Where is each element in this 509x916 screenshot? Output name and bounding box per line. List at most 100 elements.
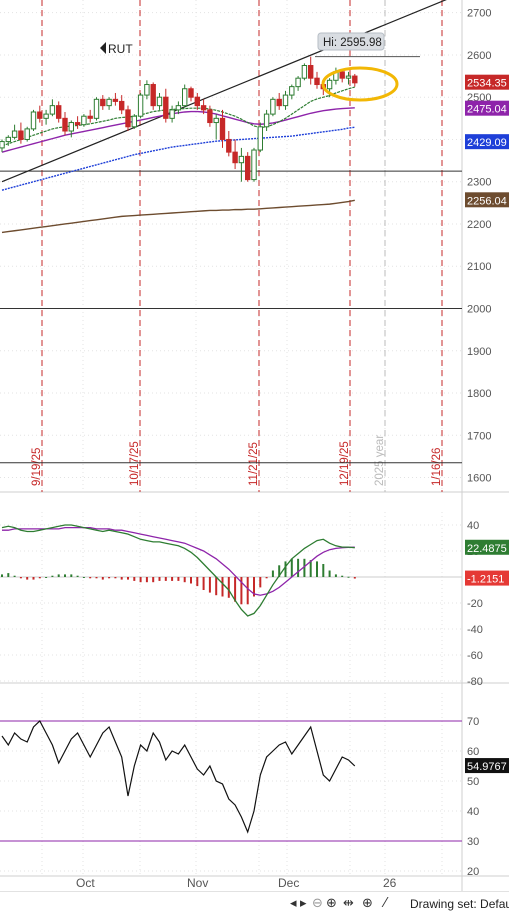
candle-body <box>169 109 175 119</box>
y-tick-label: 1800 <box>467 388 491 400</box>
x-tick-label-26: 26 <box>383 876 397 890</box>
y-tick-label: 60 <box>467 746 479 758</box>
macd-histogram-bar <box>45 577 48 578</box>
date-marker-label: 12/19/25 <box>339 441 351 486</box>
candle-body <box>251 149 257 181</box>
macd-histogram-bar <box>353 577 356 579</box>
macd-histogram-bar <box>290 558 293 577</box>
macd-histogram-bar <box>164 577 167 581</box>
candle-body <box>352 75 358 84</box>
candle-body <box>125 109 131 128</box>
x-tick-label-nov: Nov <box>187 876 208 890</box>
candle-body <box>345 75 352 79</box>
date-marker-label: 10/17/25 <box>129 441 141 486</box>
fit-width-icon[interactable]: ⇹ <box>343 895 354 913</box>
macd-histogram-bar <box>208 577 211 593</box>
candle-body <box>207 109 213 124</box>
y-tick-label: 1900 <box>467 346 491 358</box>
y-tick-label: 50 <box>467 776 479 788</box>
candle-body <box>213 117 219 124</box>
macd-histogram-bar <box>26 577 29 580</box>
y-tick-label: -80 <box>467 676 483 688</box>
date-marker-label: 2025 year <box>374 435 386 486</box>
crosshair-icon[interactable]: ⊕ <box>362 895 373 913</box>
macd-histogram-bar <box>32 577 35 580</box>
panel-background <box>0 512 462 683</box>
y-tick-label: 2000 <box>467 304 491 316</box>
candle-body <box>93 98 100 119</box>
candle-body <box>188 88 194 98</box>
candle-body <box>219 117 226 140</box>
scroll-left-icon[interactable]: ◂ <box>290 895 297 913</box>
candle-body <box>37 111 43 119</box>
macd-histogram-bar <box>183 577 186 583</box>
macd-histogram-bar <box>158 577 161 581</box>
zoom-in-icon[interactable]: ⊕ <box>326 895 337 913</box>
macd-histogram-bar <box>341 575 344 577</box>
macd-histogram-bar <box>316 561 318 577</box>
candlestick <box>125 105 131 132</box>
macd-histogram-bar <box>82 577 85 578</box>
macd-histogram-bar <box>7 573 10 577</box>
candle-body <box>200 105 207 111</box>
candle-body <box>314 77 320 86</box>
macd-histogram-bar <box>19 577 22 579</box>
x-tick-label-dec: Dec <box>278 876 299 890</box>
macd-histogram-bar <box>57 574 60 577</box>
candle-body <box>295 77 301 88</box>
candle-body <box>43 113 49 119</box>
macd-histogram-bar <box>271 570 274 577</box>
y-tick-label: 2200 <box>467 219 491 231</box>
candle-body <box>56 105 62 119</box>
macd-histogram-bar <box>120 577 123 580</box>
y-tick-label: 70 <box>467 716 479 728</box>
panel-background <box>0 0 462 492</box>
candle-body <box>5 136 11 143</box>
macd-histogram-bar <box>127 577 129 580</box>
macd-histogram-bar <box>51 575 54 577</box>
price-value-tag: 2534.35 <box>465 74 509 90</box>
y-tick-label: 40 <box>467 806 479 818</box>
chart-toolbar: ◂ ▸ ⊖ ⊕ ⇹ ⊕ ⁄ Drawing set: Default <box>0 891 509 916</box>
macd-histogram-bar <box>190 577 192 584</box>
y-tick-label: 2700 <box>467 8 491 20</box>
macd-histogram-value-tag: -1.2151 <box>465 570 509 586</box>
symbol-text: RUT <box>108 42 133 56</box>
high-label: Hi: 2595.98 <box>323 37 382 49</box>
candle-body <box>62 117 68 132</box>
y-tick-label: 1700 <box>467 430 491 442</box>
y-tick-label: -20 <box>467 598 483 610</box>
drawing-set-label[interactable]: Drawing set: Default <box>410 895 509 913</box>
macd-histogram-bar <box>145 577 148 583</box>
macd-histogram-bar <box>334 574 337 577</box>
macd-histogram-bar <box>133 577 136 581</box>
y-tick-label: -60 <box>467 650 483 662</box>
macd-histogram-bar <box>76 575 79 577</box>
macd-histogram-bar <box>38 577 41 579</box>
macd-histogram-bar <box>13 575 16 577</box>
candlestick <box>81 114 87 127</box>
candle-body <box>245 155 251 181</box>
macd-histogram-bar <box>101 577 104 580</box>
chart-canvas[interactable]: 9/19/25 10/17/25 11/21/25 12/19/25 2025 year… <box>0 0 509 891</box>
y-tick-label: 2600 <box>467 50 491 62</box>
draw-line-icon[interactable]: ⁄ <box>384 895 386 913</box>
macd-histogram-bar <box>259 577 262 588</box>
candle-body <box>24 128 30 140</box>
candlestick <box>245 152 251 182</box>
scroll-right-icon[interactable]: ▸ <box>300 895 307 913</box>
candle-body <box>0 141 5 149</box>
macd-histogram-bar <box>70 574 73 577</box>
candle-body <box>81 115 87 126</box>
candle-body <box>326 79 333 90</box>
y-tick-label: 2300 <box>467 177 491 189</box>
x-tick-label-oct: Oct <box>76 876 95 890</box>
macd-histogram-bar <box>95 577 98 579</box>
zoom-out-icon[interactable]: ⊖ <box>312 895 323 913</box>
macd-histogram-bar <box>246 577 249 605</box>
candlestick <box>24 126 30 142</box>
candle-body <box>238 155 245 164</box>
macd-histogram-bar <box>152 577 155 583</box>
value-tag-text: 2475.04 <box>467 104 507 116</box>
candle-body <box>74 122 81 126</box>
